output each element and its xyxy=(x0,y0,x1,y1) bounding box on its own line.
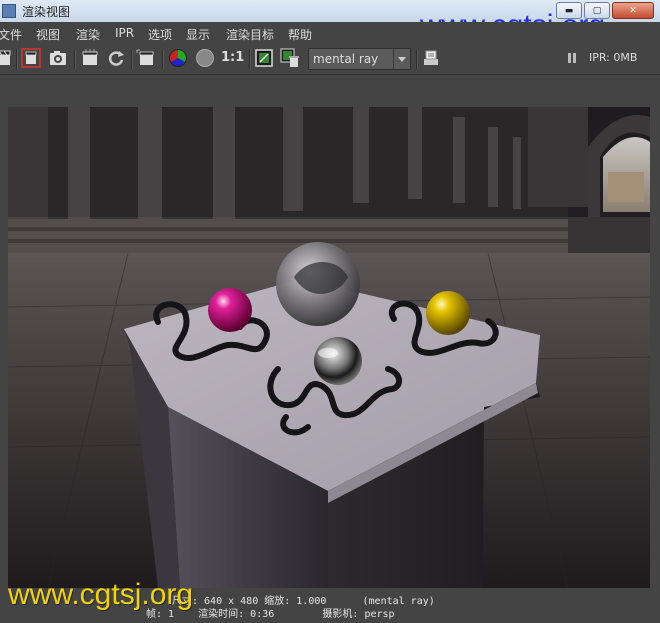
ipr-render-icon[interactable] xyxy=(80,48,100,68)
toolbar-separator xyxy=(249,49,251,69)
menu-render[interactable]: 渲染 xyxy=(76,26,100,43)
window-title: 渲染视图 xyxy=(22,5,71,19)
rgb-channels-icon[interactable] xyxy=(168,48,188,68)
render-image-viewport[interactable] xyxy=(8,107,650,588)
pause-ipr-icon[interactable] xyxy=(567,53,577,63)
render-settings-icon[interactable] xyxy=(421,48,441,68)
close-button[interactable]: ✕ xyxy=(612,2,654,19)
watermark-bottom: www.cgtsj.org xyxy=(8,578,194,611)
renderer-dropdown[interactable]: mental ray xyxy=(308,48,411,70)
yellow-sphere xyxy=(426,291,470,335)
keep-image-icon[interactable] xyxy=(254,48,274,68)
menu-display[interactable]: 显示 xyxy=(186,26,210,43)
chrome-sphere xyxy=(314,337,362,385)
toolbar-separator xyxy=(74,49,76,69)
menu-view[interactable]: 视图 xyxy=(36,26,60,43)
toolbar: 1:1 mental ray IPR: 0MB xyxy=(0,45,660,75)
ipr-region-icon[interactable] xyxy=(136,48,156,68)
render-region-icon[interactable] xyxy=(21,48,41,68)
menu-render-target[interactable]: 渲染目标 xyxy=(226,26,274,43)
toolbar-separator xyxy=(416,49,418,69)
magenta-sphere xyxy=(208,288,252,332)
menu-ipr[interactable]: IPR xyxy=(115,26,134,40)
menu-options[interactable]: 选项 xyxy=(148,26,172,43)
menu-help[interactable]: 帮助 xyxy=(288,26,312,43)
menu-file[interactable]: 文件 xyxy=(0,26,22,43)
refresh-icon[interactable] xyxy=(106,48,126,68)
snapshot-icon[interactable] xyxy=(48,48,68,68)
redo-render-icon[interactable] xyxy=(0,48,14,68)
rendered-image xyxy=(8,107,650,588)
app-icon xyxy=(2,4,16,18)
ipr-memory-readout: IPR: 0MB xyxy=(589,51,638,64)
alpha-channel-icon[interactable] xyxy=(195,48,215,68)
toolbar-separator xyxy=(162,49,164,69)
toolbar-separator xyxy=(131,49,133,69)
toolbar-separator xyxy=(16,49,18,69)
renderer-dropdown-value: mental ray xyxy=(313,52,379,66)
real-size-button[interactable]: 1:1 xyxy=(221,50,245,68)
menu-bar: 文件 视图 渲染 IPR 选项 显示 渲染目标 帮助 xyxy=(0,22,660,45)
remove-image-icon[interactable] xyxy=(280,48,300,68)
chevron-down-icon xyxy=(393,49,410,69)
render-view-window: 渲染视图 ▬ ▢ ✕ www.cgtsj.org 文件 视图 渲染 IPR 选项… xyxy=(0,0,660,623)
